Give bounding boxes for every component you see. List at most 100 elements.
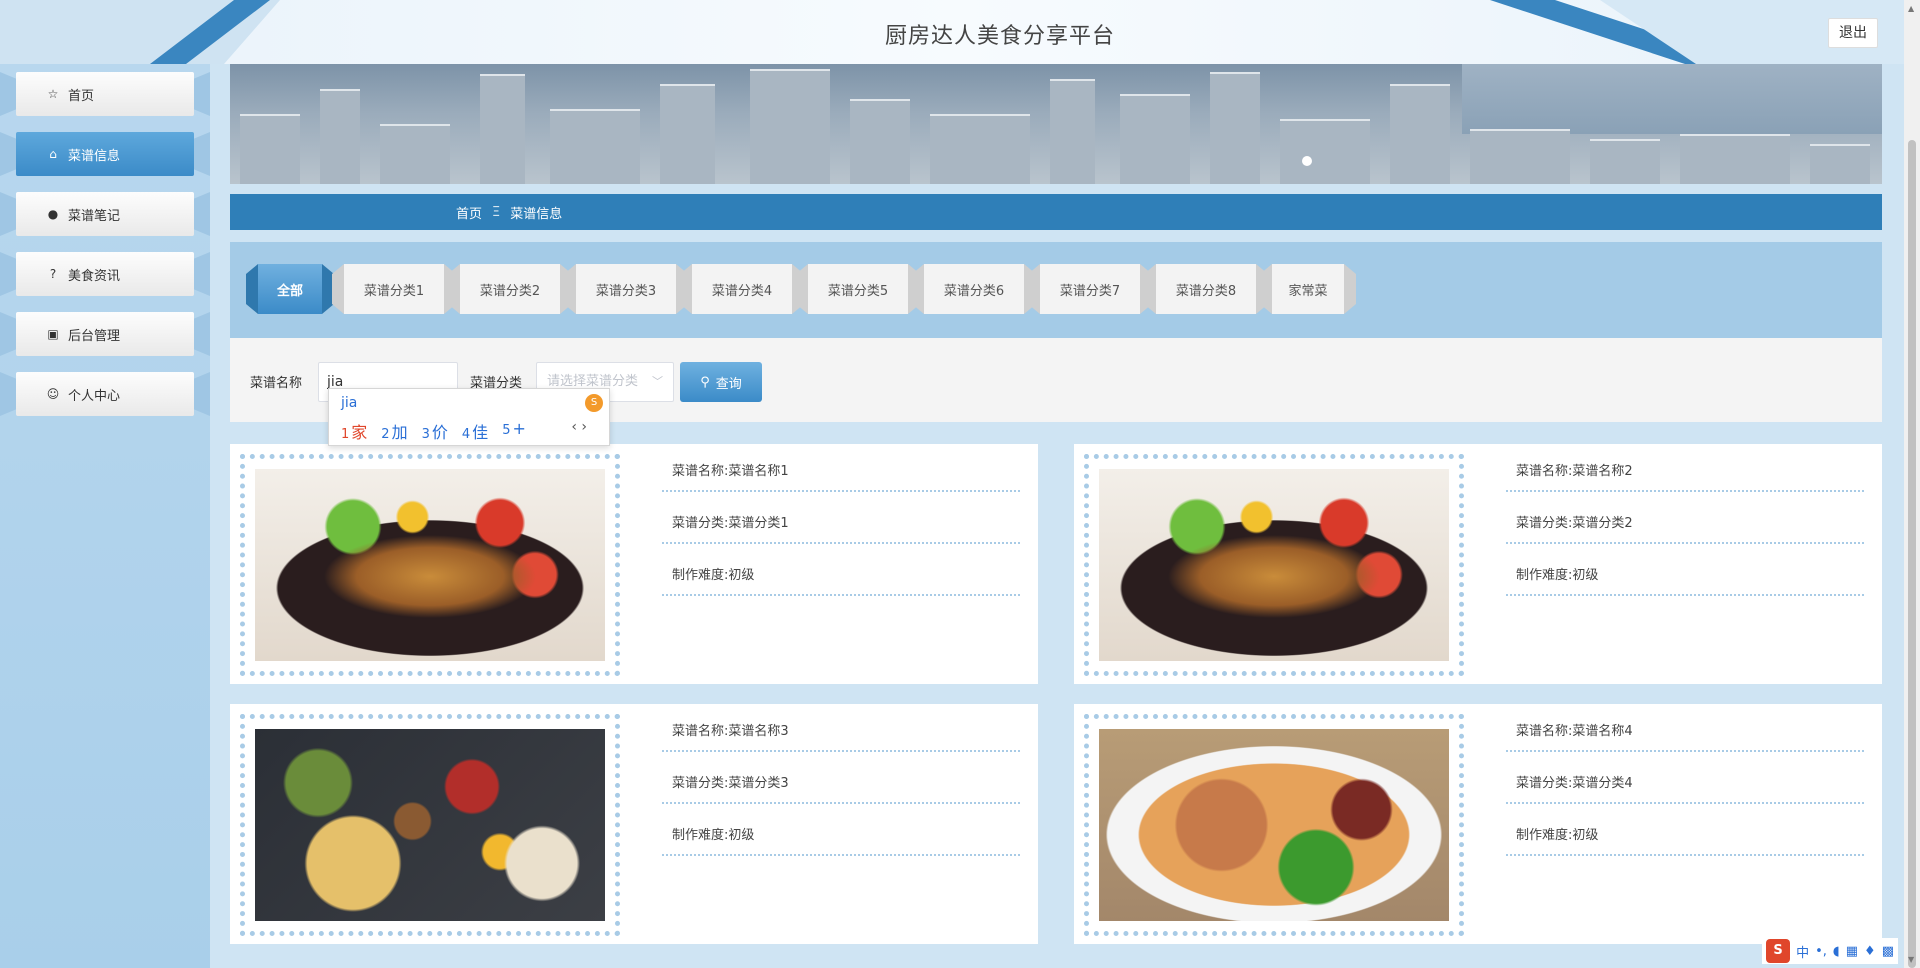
bag-icon: ⌂ (49, 147, 57, 161)
scroll-up-icon[interactable]: ▲ (1908, 4, 1914, 13)
banner-building (660, 84, 715, 184)
keyboard-icon[interactable]: ▦ (1846, 944, 1858, 959)
recipe-photo[interactable] (1099, 469, 1449, 661)
ime-candidate[interactable]: 2加 (381, 419, 407, 443)
banner-building (1590, 139, 1660, 184)
logout-button[interactable]: 退出 (1828, 18, 1878, 48)
category-tab[interactable]: 菜谱分类2 (460, 264, 560, 314)
ime-pinyin: jia (341, 395, 358, 411)
sidebar-item-home[interactable]: ☆ 首页 (16, 72, 194, 116)
ime-logo-icon[interactable]: S (1766, 939, 1791, 963)
scroll-down-icon[interactable]: ▼ (1908, 955, 1914, 964)
sidebar-item-news[interactable]: ? 美食资讯 (16, 252, 194, 296)
chevron-down-icon: ﹀ (652, 375, 663, 388)
recipe-difficulty: 制作难度:初级 (662, 556, 1020, 596)
sidebar: ☆ 首页 ⌂ 菜谱信息 ● 菜谱笔记 ? 美食资讯 ▣ 后台管理 ☺ 个人中心 (0, 64, 210, 968)
category-tab[interactable]: 家常菜 (1272, 264, 1344, 314)
sidebar-item-recipes[interactable]: ⌂ 菜谱信息 (16, 132, 194, 176)
banner-building (1120, 94, 1190, 184)
recipe-card[interactable]: 菜谱名称:菜谱名称3 菜谱分类:菜谱分类3 制作难度:初级 (230, 704, 1038, 944)
recipe-card[interactable]: 菜谱名称:菜谱名称1 菜谱分类:菜谱分类1 制作难度:初级 (230, 444, 1038, 684)
info-icon: ● (47, 207, 59, 221)
recipe-name: 菜谱名称:菜谱名称1 (662, 452, 1020, 492)
recipe-difficulty: 制作难度:初级 (662, 816, 1020, 856)
sidebar-item-label: 首页 (68, 88, 95, 104)
punctuation-icon[interactable]: •, (1815, 944, 1827, 959)
ime-candidate[interactable]: 5 + (502, 419, 526, 443)
banner-building (1680, 134, 1790, 184)
breadcrumb-current: 菜谱信息 (510, 206, 563, 222)
briefcase-icon: ▣ (47, 327, 59, 341)
banner-building (750, 69, 830, 184)
category-select-placeholder: 请选择菜谱分类 (547, 374, 639, 389)
banner-building (480, 74, 525, 184)
ime-candidate[interactable]: 1家 (341, 419, 367, 443)
category-tab-all[interactable]: 全部 (258, 264, 322, 314)
query-button[interactable]: ⚲ 查询 (680, 362, 762, 402)
breadcrumb: 首页 Ξ 菜谱信息 (230, 194, 1882, 230)
category-tab[interactable]: 菜谱分类6 (924, 264, 1024, 314)
city-banner (230, 64, 1882, 184)
breadcrumb-home[interactable]: 首页 (456, 203, 482, 222)
banner-building (240, 114, 300, 184)
recipe-photo-frame (1084, 454, 1464, 676)
sidebar-item-label: 个人中心 (68, 388, 121, 404)
banner-building (1280, 119, 1370, 184)
recipe-name: 菜谱名称:菜谱名称2 (1506, 452, 1864, 492)
toolbox-icon[interactable]: ▩ (1882, 944, 1894, 959)
ime-candidates: 1家 2加 3价 4佳 5 + (341, 419, 526, 443)
ime-candidate[interactable]: 3价 (422, 419, 448, 443)
recipe-photo[interactable] (255, 469, 605, 661)
category-tab[interactable]: 菜谱分类3 (576, 264, 676, 314)
sidebar-item-label: 美食资讯 (68, 268, 121, 284)
sidebar-item-notes[interactable]: ● 菜谱笔记 (16, 192, 194, 236)
banner-building (1210, 72, 1260, 184)
search-icon: ⚲ (700, 374, 710, 390)
skin-icon[interactable]: ♦ (1864, 944, 1876, 959)
recipe-difficulty: 制作难度:初级 (1506, 556, 1864, 596)
recipe-photo-frame (240, 454, 620, 676)
scrollbar-thumb[interactable] (1908, 140, 1916, 968)
category-tabs: 全部 菜谱分类1 菜谱分类2 菜谱分类3 菜谱分类4 菜谱分类5 菜谱分类6 菜… (230, 242, 1882, 338)
sidebar-item-label: 菜谱信息 (68, 148, 121, 164)
category-tab[interactable]: 菜谱分类1 (344, 264, 444, 314)
banner-building (1050, 79, 1095, 184)
recipe-name: 菜谱名称:菜谱名称4 (1506, 712, 1864, 752)
recipe-photo[interactable] (255, 729, 605, 921)
microphone-icon[interactable]: ◖ (1833, 944, 1840, 959)
carousel-indicator[interactable] (1302, 156, 1312, 166)
recipe-category: 菜谱分类:菜谱分类3 (662, 764, 1020, 804)
recipe-name-label: 菜谱名称 (250, 376, 303, 391)
recipe-photo[interactable] (1099, 729, 1449, 921)
breadcrumb-separator: Ξ (492, 204, 501, 220)
banner-building (850, 99, 910, 184)
sidebar-item-admin[interactable]: ▣ 后台管理 (16, 312, 194, 356)
recipe-card[interactable]: 菜谱名称:菜谱名称4 菜谱分类:菜谱分类4 制作难度:初级 (1074, 704, 1882, 944)
star-icon: ☆ (47, 87, 59, 101)
category-tab[interactable]: 菜谱分类8 (1156, 264, 1256, 314)
banner-building (930, 114, 1030, 184)
banner-building (550, 109, 640, 184)
user-icon: ☺ (46, 387, 60, 401)
question-icon: ? (49, 267, 57, 281)
category-tab[interactable]: 菜谱分类7 (1040, 264, 1140, 314)
ime-lang-toggle[interactable]: 中 (1796, 942, 1809, 961)
banner-river (1462, 64, 1882, 134)
recipe-difficulty: 制作难度:初级 (1506, 816, 1864, 856)
recipe-card[interactable]: 菜谱名称:菜谱名称2 菜谱分类:菜谱分类2 制作难度:初级 (1074, 444, 1882, 684)
category-tab[interactable]: 菜谱分类5 (808, 264, 908, 314)
ime-logo-icon: S (585, 394, 603, 412)
page-scrollbar[interactable]: ▲ ▼ (1904, 0, 1920, 968)
ime-candidate-popup: jia S 1家 2加 3价 4佳 5 + ‹ › (328, 388, 610, 446)
recipe-category: 菜谱分类:菜谱分类1 (662, 504, 1020, 544)
category-tab[interactable]: 菜谱分类4 (692, 264, 792, 314)
sidebar-item-profile[interactable]: ☺ 个人中心 (16, 372, 194, 416)
banner-building (1470, 129, 1570, 184)
ime-page-arrows[interactable]: ‹ › (571, 419, 587, 435)
recipe-name: 菜谱名称:菜谱名称3 (662, 712, 1020, 752)
ime-candidate[interactable]: 4佳 (462, 419, 488, 443)
banner-building (380, 124, 450, 184)
query-button-label: 查询 (715, 376, 742, 392)
site-title: 厨房达人美食分享平台 (884, 24, 1115, 49)
sidebar-item-label: 菜谱笔记 (68, 208, 121, 224)
